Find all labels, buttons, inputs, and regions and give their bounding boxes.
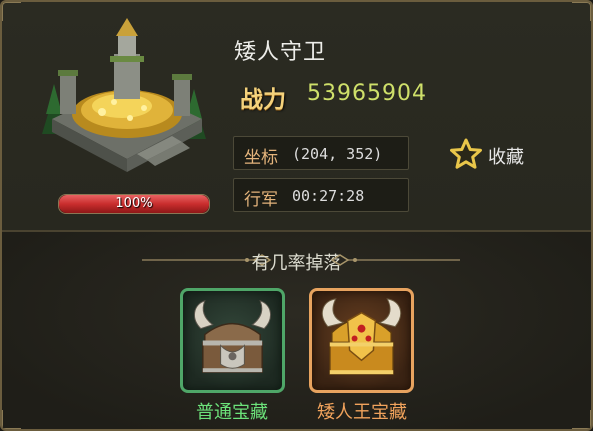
- drop-title: 有几率掉落: [251, 253, 342, 274]
- march-time-box: 行军 00:27:28: [233, 178, 409, 212]
- hp-percent-text: 100%: [115, 196, 153, 211]
- monster-info-panel: 100% 矮人守卫 战力 53965904 坐标 (204, 352) 行军 0…: [0, 0, 593, 431]
- frame-corner: [2, 2, 21, 21]
- coordinate-box[interactable]: 坐标 (204, 352): [233, 136, 409, 170]
- march-time-label: 行军: [244, 190, 278, 210]
- power-value: 53965904: [307, 81, 427, 106]
- frame-corner: [2, 410, 21, 429]
- march-time-value: 00:27:28: [292, 187, 365, 205]
- header-ornament-right: [330, 254, 460, 266]
- frame-corner: [572, 2, 591, 21]
- hp-bar: 100%: [58, 194, 210, 214]
- monster-camp-image: [32, 14, 212, 179]
- favorite-label: 收藏: [488, 147, 524, 168]
- favorite-button[interactable]: 收藏: [450, 136, 545, 172]
- monster-name: 矮人守卫: [234, 40, 327, 65]
- power-label: 战力: [240, 87, 286, 113]
- drop-header: 有几率掉落: [2, 249, 591, 274]
- dwarf-king-treasure-label: 矮人王宝藏: [317, 402, 407, 423]
- frame-corner: [572, 410, 591, 429]
- common-treasure-chest-icon: [194, 300, 271, 373]
- common-treasure-label: 普通宝藏: [196, 402, 268, 423]
- star-outline-icon: [450, 138, 482, 169]
- coordinate-label: 坐标: [244, 148, 278, 168]
- dwarf-king-treasure-chest-icon: [321, 298, 402, 375]
- coordinate-value: (204, 352): [292, 145, 383, 163]
- common-treasure-chest-item[interactable]: [180, 288, 285, 393]
- dwarf-king-treasure-chest-item[interactable]: [309, 288, 414, 393]
